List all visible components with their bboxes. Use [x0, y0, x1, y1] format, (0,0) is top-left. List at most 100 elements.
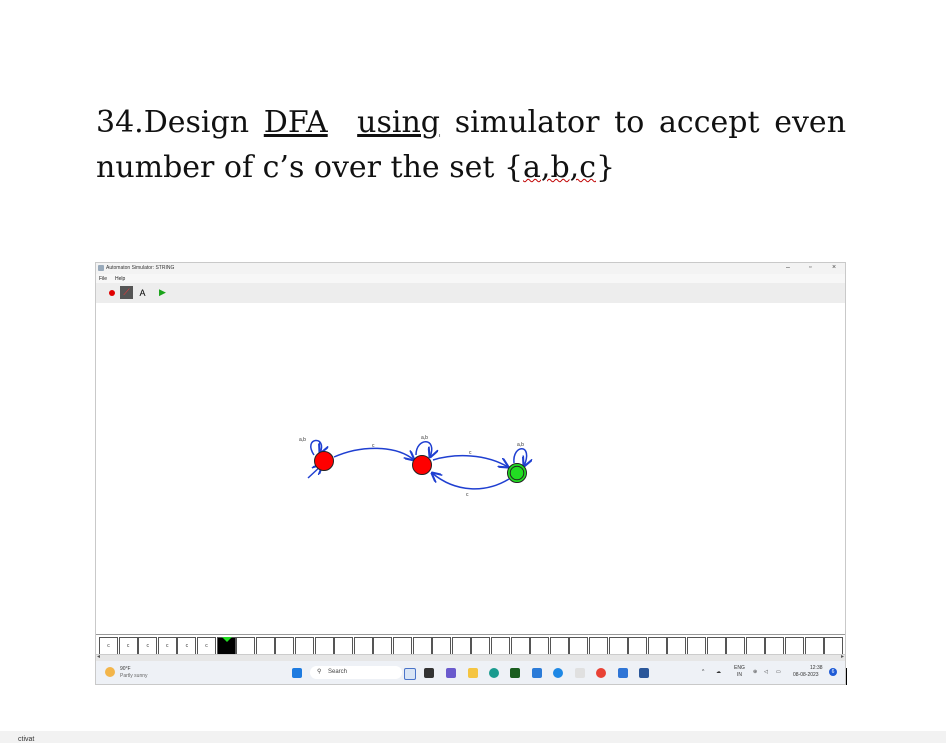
weather-icon[interactable] [105, 667, 115, 677]
tape-cell[interactable] [687, 637, 706, 655]
tape-cell[interactable] [765, 637, 785, 655]
question-set: a,b,c [523, 150, 596, 185]
start-icon[interactable] [292, 668, 302, 678]
help-icon[interactable] [553, 668, 563, 678]
file-explorer-icon[interactable] [468, 668, 478, 678]
tape-cell[interactable] [393, 637, 412, 655]
tape-cell[interactable] [745, 637, 765, 655]
tape-cell[interactable] [628, 637, 648, 655]
battery-icon[interactable]: ▭ [776, 669, 781, 675]
tape-cell[interactable]: c [177, 637, 197, 655]
label-q1-q2: c [469, 450, 472, 456]
tape-cell[interactable]: c [197, 637, 216, 655]
task-view-icon[interactable] [424, 668, 434, 678]
transition-q0-q1 [333, 447, 414, 460]
tape-cell[interactable] [510, 637, 530, 655]
tape-cell[interactable] [275, 637, 295, 655]
tape-cell[interactable] [608, 637, 628, 655]
notification-badge[interactable]: 6 [829, 668, 837, 676]
input-tape[interactable]: cccccc [96, 634, 845, 655]
tape-head-cell[interactable] [216, 637, 236, 655]
window-title: Automaton Simulator: STRING [106, 265, 175, 271]
lang-bottom[interactable]: IN [737, 672, 742, 678]
volume-icon[interactable]: ◁ [764, 669, 768, 675]
tape-cell[interactable] [726, 637, 746, 655]
tape-cell[interactable] [569, 637, 589, 655]
app-icon [98, 265, 104, 271]
tape-cell[interactable] [373, 637, 393, 655]
tape-cell[interactable] [353, 637, 373, 655]
tape-cell[interactable] [255, 637, 275, 655]
menu-help[interactable]: Help [115, 276, 125, 282]
tape-cell[interactable] [706, 637, 726, 655]
transition-q1-q2 [432, 455, 508, 467]
clock-date[interactable]: 08-08-2023 [793, 672, 819, 678]
tape-cell[interactable] [314, 637, 334, 655]
add-state-tool[interactable] [105, 286, 118, 299]
tape-cell[interactable] [471, 637, 491, 655]
tape-head-icon [221, 637, 232, 642]
tape-cell[interactable] [667, 637, 687, 655]
menu-file[interactable]: File [99, 276, 107, 282]
tape-cell[interactable] [451, 637, 471, 655]
lang-top[interactable]: ENG [734, 665, 745, 671]
restore-icon[interactable]: ▫ [809, 264, 811, 271]
scroll-right-icon[interactable]: ▸ [841, 653, 844, 660]
play-icon: ▶ [159, 287, 166, 297]
java-icon[interactable] [575, 668, 585, 678]
automaton-diagram[interactable]: a,b c a,b c a,b c [96, 303, 845, 633]
tape-cell[interactable] [412, 637, 432, 655]
toolbar: ⟋ A ▶ [96, 283, 845, 304]
state-q1[interactable] [412, 455, 432, 475]
add-transition-tool[interactable]: ⟋ [120, 286, 133, 299]
paint-icon[interactable] [618, 668, 628, 678]
cloud-icon[interactable]: ☁ [716, 669, 721, 675]
scroll-left-icon[interactable]: ◂ [97, 653, 100, 660]
tray-chevron-icon[interactable]: ^ [702, 669, 704, 675]
tape-cell[interactable] [647, 637, 667, 655]
label-q0-loop: a,b [299, 437, 306, 443]
tape-cell[interactable] [432, 637, 452, 655]
tape-cell[interactable] [785, 637, 804, 655]
tape-cell[interactable] [295, 637, 314, 655]
label-q1-loop: a,b [421, 435, 428, 441]
tape-cell[interactable] [334, 637, 354, 655]
tape-cell[interactable] [236, 637, 256, 655]
word-icon[interactable] [639, 668, 649, 678]
tape-cell[interactable] [804, 637, 824, 655]
taskbar-search[interactable]: ⚲ Search [310, 666, 402, 679]
transition-q2-q1 [432, 473, 510, 490]
state-q0[interactable] [314, 451, 334, 471]
minimize-icon[interactable]: – [786, 264, 790, 271]
close-icon[interactable]: × [832, 264, 836, 271]
search-icon: ⚲ [317, 669, 322, 675]
tape-cell[interactable] [589, 637, 608, 655]
tape-cell[interactable]: c [138, 637, 158, 655]
horizontal-scrollbar[interactable]: ◂ ▸ [96, 654, 845, 661]
question-word-dfa: DFA [263, 105, 328, 140]
watermark-fragment: ctivat [18, 736, 35, 743]
automaton-canvas[interactable]: a,b c a,b c a,b c [96, 303, 845, 633]
status-strip: ctivat [0, 731, 946, 743]
label-q2-q1: c [466, 492, 469, 498]
tape-cell[interactable]: c [99, 637, 118, 655]
tape-cell[interactable] [530, 637, 550, 655]
tape-cell[interactable] [549, 637, 569, 655]
mail-icon[interactable] [532, 668, 542, 678]
network-icon[interactable]: ⊕ [753, 669, 757, 675]
question-word-using: using [357, 105, 441, 140]
store-icon[interactable] [510, 668, 520, 678]
play-button[interactable]: ▶ [156, 286, 169, 299]
tape-cell[interactable]: c [157, 637, 177, 655]
text-tool-label: A [139, 287, 146, 298]
tape-cell[interactable]: c [118, 637, 138, 655]
chrome-icon[interactable] [596, 668, 606, 678]
copilot-icon[interactable] [404, 668, 416, 680]
edge-icon[interactable] [489, 668, 499, 678]
add-text-tool[interactable]: A [136, 286, 149, 299]
clock-time[interactable]: 12:38 [810, 665, 823, 671]
question-word-design: Design [143, 105, 250, 140]
chat-icon[interactable] [446, 668, 456, 678]
tape-cell[interactable] [491, 637, 510, 655]
weather-desc: Partly sunny [120, 673, 148, 679]
